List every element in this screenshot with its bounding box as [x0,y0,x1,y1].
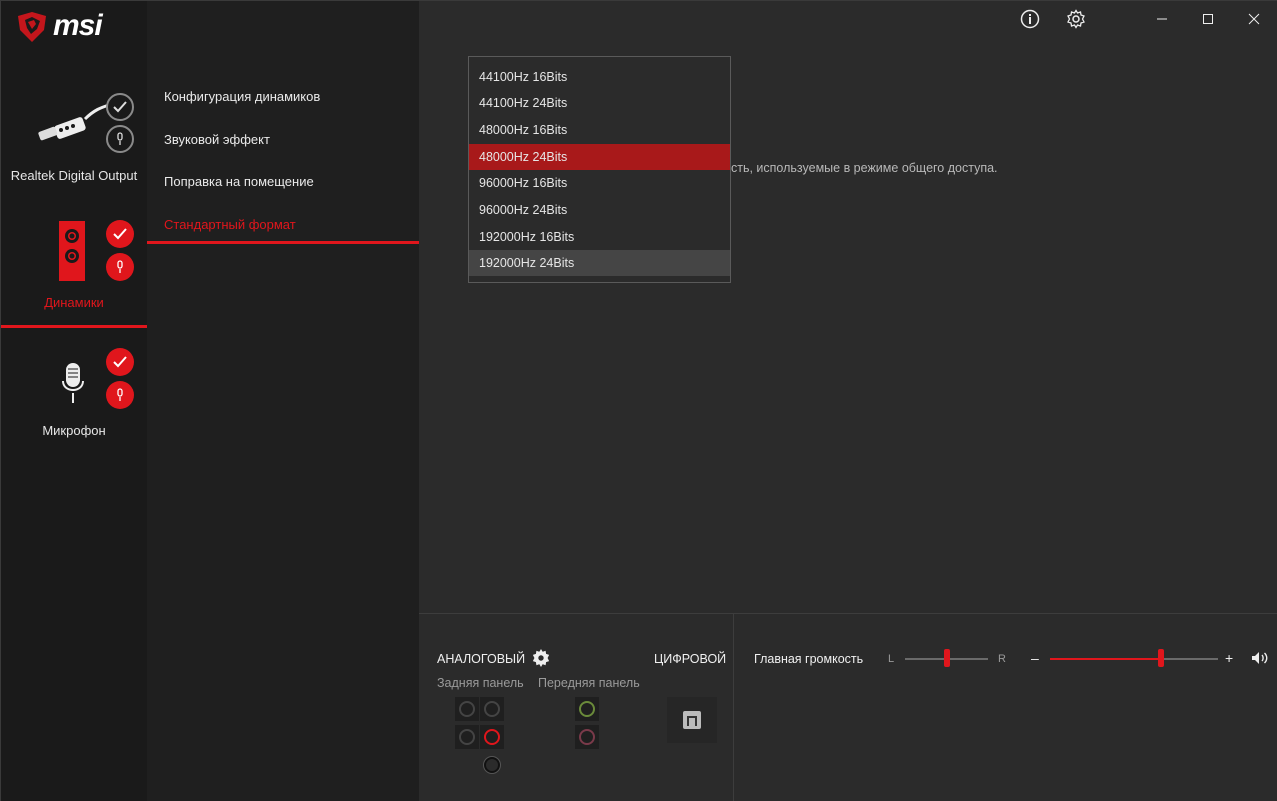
format-option[interactable]: 96000Hz 24Bits [469,197,730,223]
menu-item-speaker-configuration[interactable]: Конфигурация динамиков [164,89,320,104]
format-option[interactable]: 44100Hz 16Bits [469,64,730,90]
format-option[interactable]: 96000Hz 16Bits [469,170,730,196]
realtek-audio-console-window: msi Realtek Digital Output Динамики Микр… [0,0,1277,801]
maximize-icon[interactable] [1198,9,1218,29]
active-menu-indicator [147,241,419,244]
bottom-panel: АНАЛОГОВЫЙ ЦИФРОВОЙ Задняя панель Передн… [419,613,1277,801]
checkmark-icon [113,356,127,368]
rear-jack-black[interactable] [480,753,504,777]
menu-item-default-format[interactable]: Стандартный формат [164,217,296,232]
settings-gear-icon[interactable] [1066,9,1086,29]
balance-slider-thumb[interactable] [943,649,950,667]
device-label: Realtek Digital Output [10,168,138,183]
front-jack-mic[interactable] [575,725,599,749]
device-default-check-button[interactable] [106,348,134,376]
microphone-small-icon [117,388,123,401]
settings-menu: Конфигурация динамиков Звуковой эффект П… [147,1,419,801]
speaker-volume-icon[interactable] [1251,651,1269,670]
minimize-icon[interactable] [1152,9,1172,29]
microphone-small-icon [117,260,123,273]
digital-label: ЦИФРОВОЙ [654,652,727,666]
volume-minus-button[interactable]: – [1031,650,1039,666]
rear-jack-active[interactable] [480,725,504,749]
close-icon[interactable] [1244,9,1264,29]
device-microphone[interactable]: Микрофон [1,341,147,451]
rear-panel-label: Задняя панель [437,676,524,690]
microphone-small-icon [117,132,123,145]
default-format-description: сть, используемые в режиме общего доступ… [731,161,998,175]
format-option[interactable]: 192000Hz 16Bits [469,224,730,250]
balance-left-label: L [888,653,895,665]
info-icon[interactable] [1020,9,1040,29]
checkmark-icon [113,228,127,240]
active-device-indicator [1,325,147,328]
format-option-hovered[interactable]: 192000Hz 24Bits [469,250,730,276]
format-option-selected[interactable]: 48000Hz 24Bits [469,144,730,170]
optical-cable-icon [38,103,110,141]
msi-logo: msi [1,1,147,53]
format-option[interactable]: 44100Hz 24Bits [469,90,730,116]
volume-plus-button[interactable]: + [1225,650,1233,666]
rear-jack[interactable] [455,697,479,721]
optical-port-icon [683,711,701,729]
front-panel-label: Передняя панель [538,676,640,690]
device-speakers[interactable]: Динамики [1,211,147,328]
checkmark-icon [113,101,127,113]
balance-right-label: R [998,653,1006,665]
menu-item-room-correction[interactable]: Поправка на помещение [164,174,314,189]
rear-jack[interactable] [455,725,479,749]
device-label: Динамики [44,295,104,310]
rear-jack[interactable] [480,697,504,721]
msi-dragon-icon [18,12,46,42]
device-default-comm-button[interactable] [106,125,134,153]
brand-text: msi [53,9,103,42]
volume-slider-fill [1050,658,1161,660]
volume-slider-thumb[interactable] [1157,649,1164,667]
speaker-icon [59,221,85,281]
default-format-dropdown-list[interactable]: 44100Hz 16Bits 44100Hz 24Bits 48000Hz 16… [468,56,731,283]
device-default-check-button[interactable] [106,93,134,121]
menu-item-sound-effects[interactable]: Звуковой эффект [164,132,270,147]
device-default-check-button[interactable] [106,220,134,248]
digital-optical-jack[interactable] [667,697,717,743]
device-label: Микрофон [42,423,106,438]
analog-label: АНАЛОГОВЫЙ [437,652,526,666]
device-default-comm-button[interactable] [106,253,134,281]
master-volume-label: Главная громкость [754,652,864,666]
bottom-divider [733,614,734,801]
microphone-icon [62,363,84,403]
device-default-comm-button[interactable] [106,381,134,409]
device-sidebar: msi Realtek Digital Output Динамики Микр… [1,1,147,801]
device-realtek-digital-output[interactable]: Realtek Digital Output [1,89,147,199]
front-jack-headphone[interactable] [575,697,599,721]
format-option[interactable]: 48000Hz 16Bits [469,117,730,143]
analog-settings-gear-icon[interactable] [532,649,550,672]
